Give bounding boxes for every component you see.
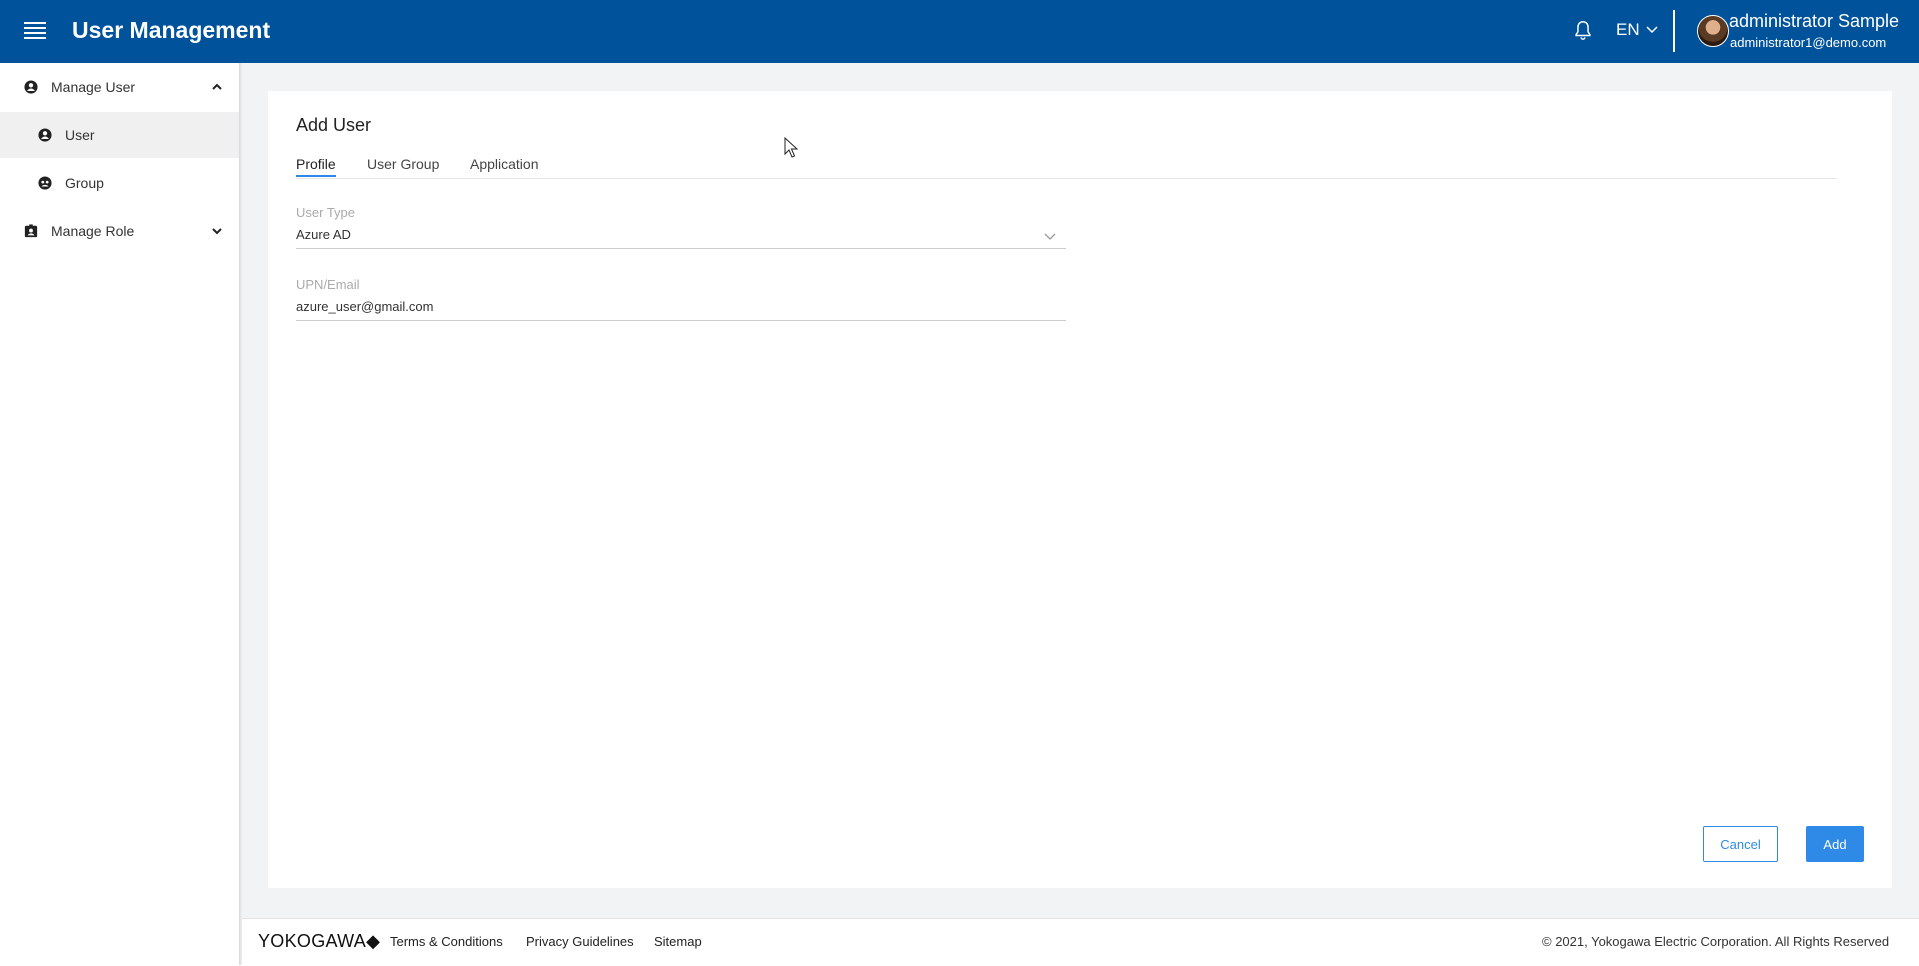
tabs-divider <box>296 178 1837 179</box>
cancel-button[interactable]: Cancel <box>1703 826 1778 862</box>
chevron-down-icon[interactable] <box>211 225 223 237</box>
sidebar-item-label: Manage Role <box>51 223 135 239</box>
tab-active-indicator <box>296 175 336 177</box>
copyright-text: © 2021, Yokogawa Electric Corporation. A… <box>1542 934 1890 949</box>
add-button[interactable]: Add <box>1806 826 1864 862</box>
user-name[interactable]: administrator Sample <box>1729 11 1899 32</box>
user-type-label: User Type <box>296 205 356 220</box>
mouse-cursor-icon <box>784 137 798 158</box>
notification-bell-icon[interactable] <box>1572 18 1594 42</box>
upn-email-label: UPN/Email <box>296 277 360 292</box>
group-icon <box>38 176 52 190</box>
sidebar-item-manage-role[interactable]: Manage Role <box>0 208 239 254</box>
chevron-down-icon[interactable] <box>1043 229 1057 243</box>
upn-email-field[interactable] <box>296 294 1066 321</box>
sidebar-item-user[interactable]: User <box>0 112 239 158</box>
privacy-link[interactable]: Privacy Guidelines <box>526 934 634 949</box>
menu-icon[interactable] <box>24 22 46 40</box>
chevron-up-icon[interactable] <box>211 81 223 93</box>
app-title: User Management <box>72 17 271 43</box>
account-circle-icon <box>24 80 38 94</box>
account-circle-icon <box>38 128 52 142</box>
sitemap-link[interactable]: Sitemap <box>654 934 702 949</box>
user-email: administrator1@demo.com <box>1730 35 1887 50</box>
tab-user-group[interactable]: User Group <box>367 156 439 172</box>
header-divider <box>1673 10 1675 52</box>
sidebar-item-label: Manage User <box>51 79 136 95</box>
sidebar-item-manage-user[interactable]: Manage User <box>0 64 239 110</box>
tab-application[interactable]: Application <box>470 156 539 172</box>
sidebar-item-label: Group <box>65 175 104 191</box>
language-label: EN <box>1616 20 1640 39</box>
user-type-select[interactable]: Azure AD <box>296 222 1066 249</box>
tab-profile[interactable]: Profile <box>296 156 336 172</box>
terms-link[interactable]: Terms & Conditions <box>390 934 503 949</box>
yokogawa-logo[interactable]: YOKOGAWA◆ <box>258 931 380 952</box>
language-selector[interactable]: EN <box>1616 20 1658 40</box>
sidebar-item-group[interactable]: Group <box>0 160 239 206</box>
sidebar-item-label: User <box>65 127 95 143</box>
page-title: Add User <box>296 115 372 135</box>
badge-icon <box>24 224 38 238</box>
avatar[interactable] <box>1697 15 1729 47</box>
app-header: User Management EN administrator Sample … <box>0 0 1919 63</box>
add-user-card <box>268 91 1892 888</box>
chevron-down-icon <box>1646 26 1658 34</box>
